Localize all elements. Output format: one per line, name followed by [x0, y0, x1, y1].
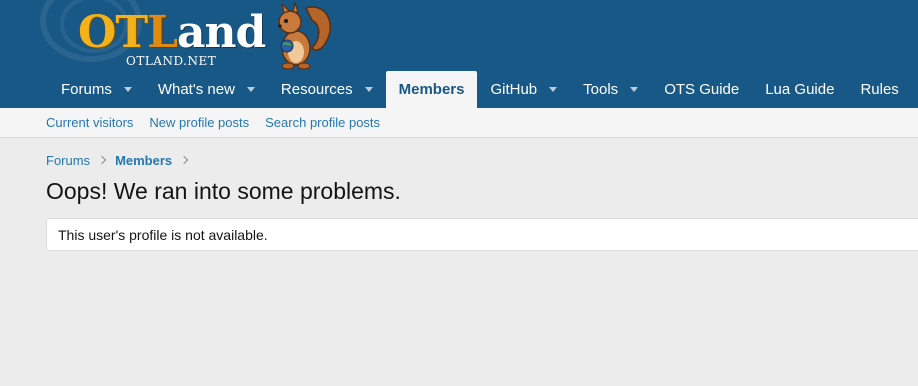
main-nav: Forums What's new Resources Members GitH… — [48, 71, 912, 108]
nav-tab-members[interactable]: Members — [385, 71, 478, 108]
chevron-down-icon[interactable] — [630, 87, 639, 92]
nav-tab-label: Rules — [860, 81, 899, 98]
nav-tab-resources[interactable]: Resources — [268, 71, 386, 108]
breadcrumb-members[interactable]: Members — [115, 153, 172, 168]
nav-tab-label: Members — [398, 81, 465, 98]
logo-and: and — [177, 7, 266, 58]
chevron-right-icon — [179, 155, 189, 165]
error-message: This user's profile is not available. — [58, 226, 268, 243]
error-message-block: This user's profile is not available. — [46, 218, 918, 251]
nav-tab-label: Resources — [280, 81, 353, 98]
nav-tab-label: Tools — [583, 81, 619, 98]
chevron-down-icon[interactable] — [123, 87, 132, 92]
chevron-down-icon[interactable] — [246, 87, 255, 92]
breadcrumb: Forums Members — [46, 151, 197, 169]
chevron-down-icon[interactable] — [549, 87, 558, 92]
nav-tab-label: OTS Guide — [664, 81, 740, 98]
nav-tab-label: GitHub — [490, 81, 538, 98]
page-title: Oops! We ran into some problems. — [46, 178, 401, 204]
nav-tab-label: Forums — [61, 81, 112, 98]
nav-tab-whats-new[interactable]: What's new — [145, 71, 268, 108]
subnav-link-current-visitors[interactable]: Current visitors — [46, 115, 133, 130]
breadcrumb-forums[interactable]: Forums — [46, 153, 90, 168]
nav-tab-github[interactable]: GitHub — [477, 71, 570, 108]
sub-nav: Current visitors New profile posts Searc… — [0, 108, 918, 138]
chevron-down-icon[interactable] — [364, 87, 373, 92]
nav-tab-lua-guide[interactable]: Lua Guide — [752, 71, 847, 108]
nav-tab-label: Lua Guide — [765, 81, 835, 98]
squirrel-mascot-icon — [278, 0, 331, 70]
nav-tab-forums[interactable]: Forums — [48, 71, 145, 108]
nav-tab-label: What's new — [157, 81, 235, 98]
nav-tab-rules[interactable]: Rules — [847, 71, 911, 108]
logo-subtitle: OTLAND.NET — [126, 54, 217, 68]
logo-ot: OT — [78, 7, 148, 58]
site-header: OTLand OTLAND.NET Forums What's new Reso… — [0, 0, 918, 108]
nav-tab-tools[interactable]: Tools — [570, 71, 651, 108]
nav-tab-ots-guide[interactable]: OTS Guide — [651, 71, 752, 108]
logo-l: L — [147, 7, 178, 58]
logo-wordmark: OTLand — [78, 7, 266, 58]
subnav-link-new-profile-posts[interactable]: New profile posts — [149, 115, 249, 130]
subnav-link-search-profile-posts[interactable]: Search profile posts — [265, 115, 380, 130]
chevron-right-icon — [97, 155, 107, 165]
